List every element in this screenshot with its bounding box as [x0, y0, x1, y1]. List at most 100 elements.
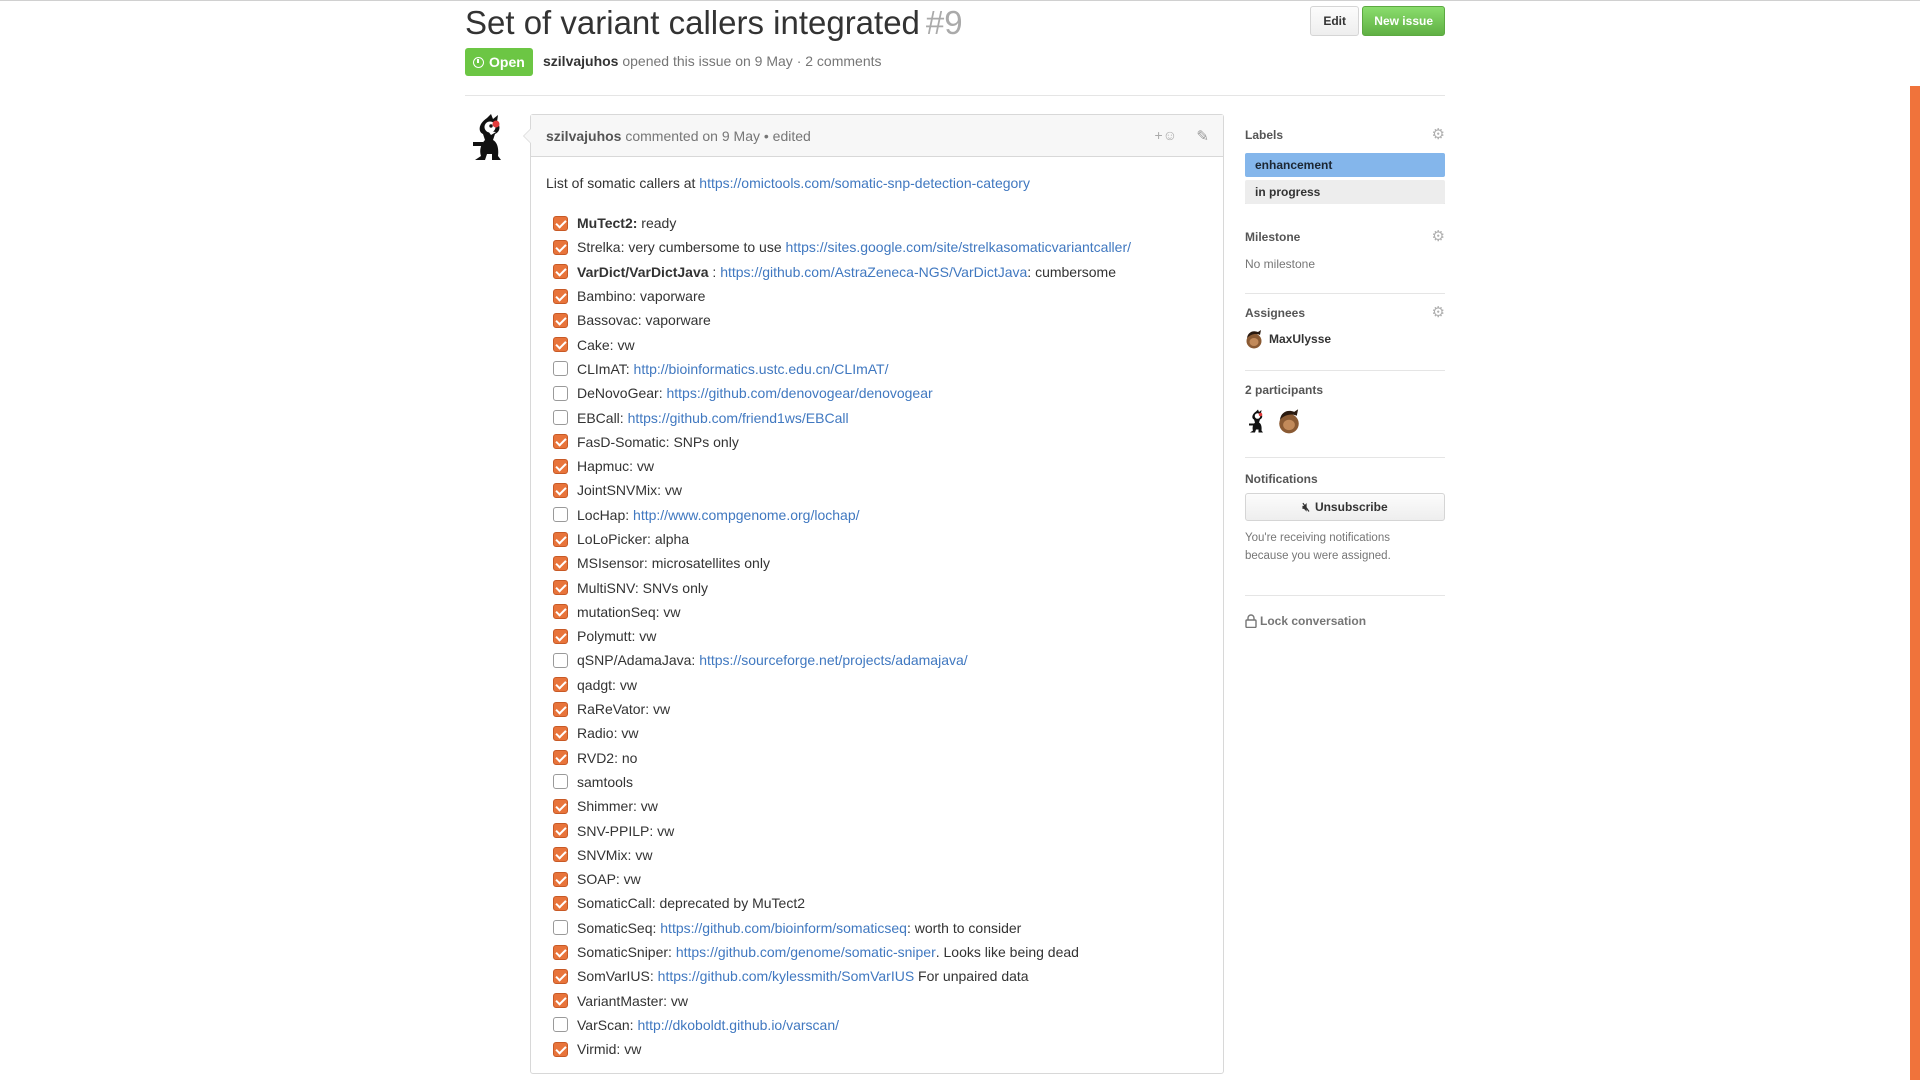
participants-avatars	[1245, 408, 1301, 434]
task-checkbox-checked[interactable]	[553, 288, 568, 304]
notifications-section: Notifications 🔇︎ Unsubscribe You're rece…	[1245, 458, 1445, 596]
task-link[interactable]: https://sourceforge.net/projects/adamaja…	[699, 652, 967, 668]
intro-text: List of somatic callers at	[546, 175, 696, 191]
add-reaction-icon[interactable]: +☺	[1155, 127, 1177, 143]
task-link[interactable]: https://github.com/AstraZeneca-NGS/VarDi…	[720, 264, 1027, 280]
task-name: LocHap:	[577, 506, 630, 523]
comment-box: szilvajuhos commented on 9 May • edited …	[523, 114, 1224, 1074]
task-item: Hapmuc: vw	[553, 454, 1208, 478]
task-checkbox-unchecked[interactable]	[553, 1017, 568, 1033]
task-link[interactable]: https://github.com/kylessmith/SomVarIUS	[658, 968, 915, 984]
task-note: . Looks like being dead	[935, 944, 1079, 961]
task-checkbox-checked[interactable]	[553, 264, 568, 280]
task-checkbox-unchecked[interactable]	[553, 920, 568, 936]
task-checkbox-unchecked[interactable]	[553, 507, 568, 523]
task-checkbox-checked[interactable]	[553, 531, 568, 547]
milestone-gear-icon[interactable]: ⚙	[1432, 229, 1445, 244]
assignees-gear-icon[interactable]: ⚙	[1432, 305, 1445, 320]
task-checkbox-checked[interactable]	[553, 604, 568, 620]
notifications-title: Notifications	[1245, 472, 1318, 486]
issue-sidebar: Labels ⚙ enhancement in progress Milesto…	[1245, 116, 1445, 636]
milestone-value: No milestone	[1245, 257, 1316, 271]
task-checkbox-checked[interactable]	[553, 337, 568, 353]
task-checkbox-unchecked[interactable]	[553, 774, 568, 790]
task-checkbox-checked[interactable]	[553, 312, 568, 328]
task-checkbox-checked[interactable]	[553, 847, 568, 863]
task-checkbox-unchecked[interactable]	[553, 361, 568, 377]
task-checkbox-checked[interactable]	[553, 434, 568, 450]
issue-opened-icon	[473, 56, 484, 68]
label-enhancement: enhancement	[1245, 153, 1445, 177]
task-name: EBCall:	[577, 409, 624, 426]
author-avatar[interactable]	[465, 112, 513, 162]
edit-pencil-icon[interactable]: ✎	[1196, 127, 1209, 145]
task-name: Virmid: vw	[577, 1041, 642, 1058]
task-item: SNV-PPILP: vw	[553, 818, 1208, 842]
task-checkbox-checked[interactable]	[553, 993, 568, 1009]
task-note: ready	[637, 215, 677, 232]
task-checkbox-checked[interactable]	[553, 725, 568, 741]
comment-author-link[interactable]: szilvajuhos	[546, 128, 621, 144]
task-name: mutationSeq: vw	[577, 603, 681, 620]
task-checkbox-checked[interactable]	[553, 1041, 568, 1057]
task-note: : cumbersome	[1027, 263, 1116, 280]
task-link[interactable]: https://github.com/friend1ws/EBCall	[628, 410, 849, 426]
assignee[interactable]: MaxUlysse	[1245, 329, 1331, 349]
participant-avatar-szilvajuhos[interactable]	[1245, 408, 1269, 434]
task-name: qSNP/AdamaJava:	[577, 652, 696, 669]
task-checkbox-checked[interactable]	[553, 798, 568, 814]
task-link[interactable]: http://www.compgenome.org/lochap/	[633, 507, 859, 523]
comment-meta: szilvajuhos commented on 9 May • edited	[546, 128, 811, 144]
task-item: SomVarIUS: https://github.com/kylessmith…	[553, 964, 1208, 988]
task-item: Bambino: vaporware	[553, 284, 1208, 308]
task-checkbox-checked[interactable]	[553, 215, 568, 231]
task-link[interactable]: http://dkoboldt.github.io/varscan/	[637, 1017, 839, 1033]
task-link[interactable]: https://github.com/denovogear/denovogear	[666, 385, 932, 401]
task-link[interactable]: https://sites.google.com/site/strelkasom…	[786, 239, 1131, 255]
task-checkbox-checked[interactable]	[553, 458, 568, 474]
scrollbar-thumb[interactable]	[1910, 86, 1920, 1080]
task-checkbox-checked[interactable]	[553, 628, 568, 644]
task-checkbox-checked[interactable]	[553, 239, 568, 255]
task-checkbox-checked[interactable]	[553, 555, 568, 571]
unsubscribe-button[interactable]: 🔇︎ Unsubscribe	[1245, 493, 1445, 521]
task-checkbox-unchecked[interactable]	[553, 652, 568, 668]
task-link[interactable]: http://bioinformatics.ustc.edu.cn/CLImAT…	[634, 361, 889, 377]
task-checkbox-checked[interactable]	[553, 482, 568, 498]
lock-conversation-link[interactable]: Lock conversation	[1245, 614, 1366, 628]
assignees-title: Assignees	[1245, 306, 1306, 320]
new-issue-button[interactable]: New issue	[1362, 6, 1445, 36]
task-checkbox-checked[interactable]	[553, 750, 568, 766]
task-item: VarDict/VarDictJava : https://github.com…	[553, 260, 1208, 284]
comment-header: szilvajuhos commented on 9 May • edited …	[531, 115, 1223, 157]
lock-icon	[1245, 614, 1257, 628]
intro-link[interactable]: https://omictools.com/somatic-snp-detect…	[699, 175, 1030, 191]
task-name: SomaticSeq:	[577, 919, 657, 936]
labels-title: Labels	[1245, 128, 1284, 142]
task-checkbox-checked[interactable]	[553, 871, 568, 887]
task-checkbox-checked[interactable]	[553, 701, 568, 717]
issue-author-link[interactable]: szilvajuhos	[543, 53, 618, 69]
task-checkbox-unchecked[interactable]	[553, 385, 568, 401]
task-checkbox-checked[interactable]	[553, 944, 568, 960]
task-checkbox-checked[interactable]	[553, 823, 568, 839]
task-name: SomaticSniper:	[577, 944, 672, 961]
participant-avatar-maxulysse[interactable]	[1277, 408, 1301, 434]
task-checkbox-checked[interactable]	[553, 968, 568, 984]
task-name: DeNovoGear:	[577, 385, 663, 402]
task-checkbox-checked[interactable]	[553, 895, 568, 911]
task-checkbox-checked[interactable]	[553, 580, 568, 596]
task-name: VarScan:	[577, 1016, 634, 1033]
comment-intro: List of somatic callers at https://omict…	[546, 175, 1208, 192]
task-checkbox-checked[interactable]	[553, 677, 568, 693]
participants-section: 2 participants	[1245, 371, 1445, 458]
task-link[interactable]: https://github.com/bioinform/somaticseq	[660, 920, 907, 936]
edit-button[interactable]: Edit	[1310, 6, 1359, 36]
task-checkbox-unchecked[interactable]	[553, 410, 568, 426]
task-link[interactable]: https://github.com/genome/somatic-sniper	[676, 944, 936, 960]
task-name: FasD-Somatic: SNPs only	[577, 433, 739, 450]
lock-label: Lock conversation	[1260, 614, 1367, 628]
task-name: Cake: vw	[577, 336, 635, 353]
labels-gear-icon[interactable]: ⚙	[1432, 127, 1445, 142]
task-name: CLImAT:	[577, 360, 630, 377]
